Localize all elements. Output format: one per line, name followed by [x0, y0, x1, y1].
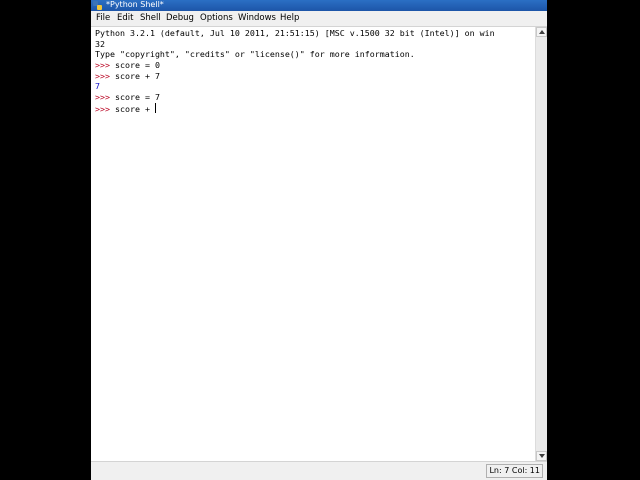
- cursor-position: Ln: 7 Col: 11: [486, 464, 543, 478]
- menu-shell[interactable]: Shell: [140, 11, 161, 26]
- vertical-scrollbar[interactable]: [535, 27, 547, 461]
- menu-bar: File Edit Shell Debug Options Windows He…: [91, 11, 547, 27]
- status-bar: Ln: 7 Col: 11: [91, 461, 547, 480]
- arrow-up-icon: [539, 30, 545, 34]
- shell-line-3: >>> score = 7: [95, 92, 160, 103]
- shell-line-1: >>> score = 0: [95, 60, 160, 71]
- scroll-up-button[interactable]: [536, 27, 547, 37]
- shell-output-1: 7: [95, 81, 100, 91]
- shell-text-area[interactable]: Python 3.2.1 (default, Jul 10 2011, 21:5…: [91, 27, 535, 461]
- command-text: score = 7: [114, 92, 160, 102]
- python-shell-window: *Python Shell* File Edit Shell Debug Opt…: [91, 0, 547, 480]
- prompt: >>>: [95, 71, 115, 81]
- menu-debug[interactable]: Debug: [166, 11, 194, 26]
- prompt: >>>: [95, 92, 115, 102]
- command-text: score = 0: [114, 60, 160, 70]
- command-text: score +: [114, 104, 155, 114]
- prompt: >>>: [95, 104, 115, 114]
- scroll-down-button[interactable]: [536, 451, 547, 461]
- banner-line-3: Type "copyright", "credits" or "license(…: [95, 49, 415, 59]
- text-cursor: [154, 103, 156, 113]
- arrow-down-icon: [539, 454, 545, 458]
- title-bar[interactable]: *Python Shell*: [91, 0, 547, 11]
- command-text: score + 7: [114, 71, 160, 81]
- banner-line-1: Python 3.2.1 (default, Jul 10 2011, 21:5…: [95, 28, 495, 38]
- python-logo-icon: [93, 1, 102, 10]
- menu-file[interactable]: File: [96, 11, 110, 26]
- menu-options[interactable]: Options: [200, 11, 233, 26]
- shell-line-4: >>> score +: [95, 103, 156, 114]
- menu-help[interactable]: Help: [280, 11, 299, 26]
- menu-windows[interactable]: Windows: [238, 11, 276, 26]
- shell-line-2: >>> score + 7: [95, 71, 160, 82]
- prompt: >>>: [95, 60, 115, 70]
- menu-edit[interactable]: Edit: [117, 11, 133, 26]
- window-title: *Python Shell*: [106, 0, 164, 9]
